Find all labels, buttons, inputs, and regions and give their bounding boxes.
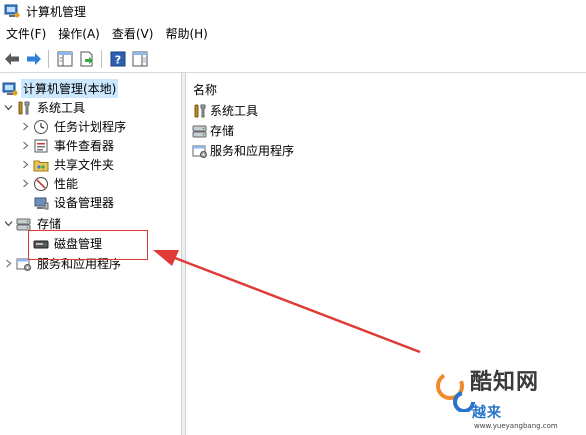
storage-icon bbox=[16, 216, 32, 232]
chevron-right-icon[interactable] bbox=[20, 122, 30, 132]
watermark-subtitle: 越来 bbox=[472, 405, 502, 421]
device-manager-icon bbox=[33, 195, 49, 211]
disk-management-icon bbox=[33, 236, 49, 252]
tree-item-shared-folders[interactable]: 共享文件夹 bbox=[20, 155, 116, 174]
chevron-right-icon[interactable] bbox=[20, 179, 30, 189]
list-item-storage[interactable]: 存储 bbox=[192, 121, 234, 140]
watermark-brand: 酷知网 bbox=[470, 370, 540, 395]
tree-item-disk-management[interactable]: 磁盘管理 bbox=[33, 234, 104, 253]
back-button[interactable] bbox=[2, 49, 22, 69]
chevron-down-icon[interactable] bbox=[3, 219, 13, 229]
list-item-label: 服务和应用程序 bbox=[210, 144, 295, 158]
export-list-icon bbox=[80, 51, 93, 67]
chevron-down-icon[interactable] bbox=[3, 103, 13, 113]
chevron-right-icon[interactable] bbox=[3, 259, 13, 269]
tree-item-storage[interactable]: 存储 bbox=[3, 214, 63, 233]
svg-text:?: ? bbox=[115, 54, 121, 67]
performance-icon bbox=[33, 176, 49, 192]
services-icon bbox=[16, 256, 32, 272]
title-bar: 计算机管理 bbox=[0, 0, 586, 22]
chevron-right-icon[interactable] bbox=[20, 141, 30, 151]
shared-folder-icon bbox=[33, 157, 49, 173]
tree-item-label: 计算机管理(本地) bbox=[21, 79, 119, 98]
tree-item-label: 磁盘管理 bbox=[54, 237, 103, 251]
forward-arrow-icon bbox=[27, 53, 41, 65]
tree-item-label: 服务和应用程序 bbox=[37, 257, 122, 271]
tree-item-label: 存储 bbox=[37, 217, 62, 231]
tree-item-label: 事件查看器 bbox=[54, 139, 115, 153]
watermark-url: www.yueyangbang.com bbox=[474, 422, 558, 430]
menu-file[interactable]: 文件(F) bbox=[0, 24, 52, 44]
help-icon: ? bbox=[110, 51, 126, 67]
menu-help[interactable]: 帮助(H) bbox=[159, 24, 213, 44]
tree-item-label: 性能 bbox=[54, 177, 79, 191]
tree-item-device-manager[interactable]: 设备管理器 bbox=[33, 193, 116, 212]
menu-view[interactable]: 查看(V) bbox=[106, 24, 160, 44]
tree-item-system-tools[interactable]: 系统工具 bbox=[3, 98, 87, 117]
event-viewer-icon bbox=[33, 138, 49, 154]
clock-icon bbox=[33, 119, 49, 135]
console-tree[interactable]: 计算机管理(本地) 系统工具 任务计划程序 事件查看器 共享文件夹 性能 设备管… bbox=[0, 73, 181, 435]
tree-item-label: 任务计划程序 bbox=[54, 120, 127, 134]
tree-item-task-scheduler[interactable]: 任务计划程序 bbox=[20, 117, 128, 136]
column-header-name[interactable]: 名称 bbox=[193, 81, 217, 98]
properties-button[interactable] bbox=[130, 49, 150, 69]
computer-management-icon bbox=[2, 81, 18, 97]
toolbar-separator bbox=[48, 50, 49, 68]
help-button[interactable]: ? bbox=[108, 49, 128, 69]
properties-icon bbox=[132, 51, 148, 67]
tree-item-label: 设备管理器 bbox=[54, 196, 115, 210]
tree-item-event-viewer[interactable]: 事件查看器 bbox=[20, 136, 116, 155]
tree-item-services-and-applications[interactable]: 服务和应用程序 bbox=[3, 254, 123, 273]
tree-item-performance[interactable]: 性能 bbox=[20, 174, 80, 193]
export-list-button[interactable] bbox=[77, 49, 97, 69]
computer-management-icon bbox=[4, 3, 20, 19]
tools-icon bbox=[16, 100, 32, 116]
back-arrow-icon bbox=[5, 53, 19, 65]
list-item-services-and-applications[interactable]: 服务和应用程序 bbox=[192, 141, 294, 160]
list-item-system-tools[interactable]: 系统工具 bbox=[192, 101, 258, 120]
tools-icon bbox=[192, 103, 208, 119]
tree-item-label: 共享文件夹 bbox=[54, 158, 115, 172]
toolbar-separator bbox=[101, 50, 102, 68]
show-hide-console-tree-icon bbox=[57, 51, 73, 67]
window-title: 计算机管理 bbox=[26, 4, 87, 19]
chevron-right-icon[interactable] bbox=[20, 160, 30, 170]
watermark: 酷知网 越来 www.yueyangbang.com bbox=[420, 358, 586, 435]
show-hide-console-tree-button[interactable] bbox=[55, 49, 75, 69]
tree-item-label: 系统工具 bbox=[37, 101, 86, 115]
menu-action[interactable]: 操作(A) bbox=[52, 24, 106, 44]
list-item-label: 存储 bbox=[210, 124, 235, 138]
menu-bar: 文件(F) 操作(A) 查看(V) 帮助(H) bbox=[0, 24, 214, 44]
storage-icon bbox=[192, 123, 208, 139]
tree-item-computer-management-local[interactable]: 计算机管理(本地) bbox=[2, 79, 119, 98]
list-item-label: 系统工具 bbox=[210, 104, 259, 118]
toolbar: ? bbox=[0, 46, 586, 73]
services-icon bbox=[192, 143, 208, 159]
forward-button[interactable] bbox=[24, 49, 44, 69]
